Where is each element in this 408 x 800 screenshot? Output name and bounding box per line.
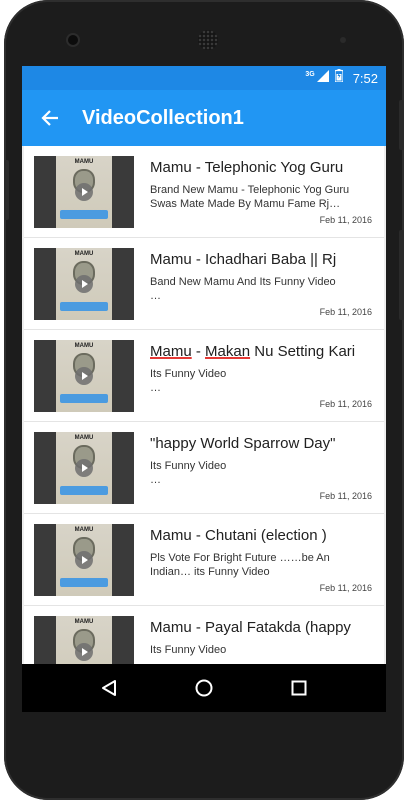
- video-thumbnail[interactable]: MAMU: [34, 432, 134, 504]
- video-date: Feb 11, 2016: [319, 307, 372, 317]
- play-icon[interactable]: [75, 275, 93, 293]
- thumbnail-label: MAMU: [74, 159, 94, 165]
- back-button[interactable]: [22, 90, 78, 146]
- thumbnail-label: MAMU: [74, 251, 94, 257]
- play-icon[interactable]: [75, 459, 93, 477]
- app-bar: VideoCollection1: [22, 90, 386, 146]
- list-item[interactable]: MAMU Mamu - Makan Nu Setting Kari Its Fu…: [24, 330, 384, 422]
- triangle-back-icon: [102, 680, 117, 696]
- status-bar: 3G 7:52: [22, 66, 386, 90]
- arrow-left-icon: [41, 110, 58, 126]
- thumbnail-label: MAMU: [74, 435, 94, 441]
- volume-button: [399, 230, 404, 320]
- video-title: "happy World Sparrow Day": [150, 435, 336, 452]
- network-type: 3G: [305, 71, 315, 78]
- video-description: Band New Mamu And Its Funny Video …: [150, 276, 336, 302]
- list-item[interactable]: MAMU Mamu - Chutani (election ) Pls Vote…: [24, 514, 384, 606]
- spellcheck-word: Mamu: [150, 343, 192, 360]
- play-icon[interactable]: [75, 183, 93, 201]
- nav-home-button[interactable]: [184, 668, 224, 708]
- video-title: Mamu - Makan Nu Setting Kari: [150, 343, 376, 360]
- video-description: Its Funny Video …: [150, 460, 227, 486]
- square-recents-icon: [291, 680, 307, 696]
- video-thumbnail[interactable]: MAMU: [34, 616, 134, 664]
- video-thumbnail[interactable]: MAMU: [34, 524, 134, 596]
- video-thumbnail[interactable]: MAMU: [34, 340, 134, 412]
- video-list[interactable]: MAMU Mamu - Telephonic Yog Guru Brand Ne…: [22, 146, 386, 664]
- list-item[interactable]: MAMU Mamu - Ichadhari Baba || Rj Band Ne…: [24, 238, 384, 330]
- video-title: Mamu - Telephonic Yog Guru: [150, 159, 344, 176]
- video-thumbnail[interactable]: MAMU: [34, 156, 134, 228]
- clock: 7:52: [352, 70, 378, 86]
- list-item[interactable]: MAMU Mamu - Telephonic Yog Guru Brand Ne…: [24, 146, 384, 238]
- side-button: [4, 160, 9, 220]
- nav-recents-button[interactable]: [279, 668, 319, 708]
- power-button: [399, 100, 404, 150]
- video-title: Mamu - Ichadhari Baba || Rj: [150, 251, 337, 268]
- video-date: Feb 11, 2016: [319, 583, 372, 593]
- thumbnail-label: MAMU: [74, 343, 94, 349]
- thumbnail-label: MAMU: [74, 619, 94, 625]
- video-description: Pls Vote For Bright Future ……be An India…: [150, 552, 330, 578]
- video-description: Its Funny Video: [150, 644, 227, 656]
- list-item[interactable]: MAMU Mamu - Payal Fatakda (happy Its Fun…: [24, 606, 384, 664]
- video-description: Brand New Mamu - Telephonic Yog Guru Swa…: [150, 184, 350, 210]
- title-part: Nu Setting Kari: [250, 343, 356, 360]
- video-description: Its Funny Video …: [150, 368, 227, 394]
- video-title: Mamu - Chutani (election ): [150, 527, 327, 544]
- video-date: Feb 11, 2016: [319, 399, 372, 409]
- thumbnail-label: MAMU: [74, 527, 94, 533]
- proximity-sensor: [340, 37, 346, 43]
- page-title: VideoCollection1: [82, 106, 244, 129]
- video-date: Feb 11, 2016: [319, 491, 372, 501]
- circle-home-icon: [195, 679, 213, 697]
- play-icon[interactable]: [75, 551, 93, 569]
- list-item[interactable]: MAMU "happy World Sparrow Day" Its Funny…: [24, 422, 384, 514]
- title-part: -: [191, 343, 206, 360]
- earpiece-speaker: [198, 30, 218, 50]
- battery-icon: [334, 69, 344, 87]
- spellcheck-word: Makan: [205, 343, 251, 360]
- play-icon[interactable]: [75, 643, 93, 661]
- play-icon[interactable]: [75, 367, 93, 385]
- navigation-bar: [22, 664, 386, 712]
- nav-back-button[interactable]: [89, 668, 129, 708]
- screen: 3G 7:52 VideoCollection1 MAMU Mamu - Tel…: [22, 66, 386, 664]
- video-date: Feb 11, 2016: [319, 215, 372, 225]
- signal-icon: [316, 69, 329, 87]
- video-thumbnail[interactable]: MAMU: [34, 248, 134, 320]
- video-title: Mamu - Payal Fatakda (happy: [150, 619, 351, 636]
- front-camera: [68, 35, 78, 45]
